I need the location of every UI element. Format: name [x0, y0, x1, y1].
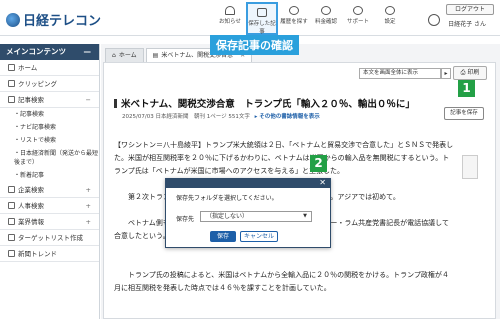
save-button[interactable]: 保存 [210, 231, 236, 242]
sidebar-sub-new-articles[interactable]: ・新着記事 [0, 169, 99, 182]
list-icon [8, 234, 15, 241]
print-icon: ⎙ [460, 69, 466, 76]
building-icon [8, 186, 15, 193]
logout-button[interactable]: ログアウト [446, 4, 494, 15]
person-icon [8, 202, 15, 209]
callout-label: 保存記事の確認 [210, 35, 299, 55]
nav-settings[interactable]: 設定 [374, 2, 406, 35]
history-icon [289, 6, 299, 15]
home-icon [8, 64, 15, 71]
arrow-icon[interactable]: ▸ [441, 68, 451, 79]
article-meta: 2025/07/03 日本経済新聞 朝刊 1ページ 551文字 ▸ その他の書誌… [122, 114, 320, 120]
sidebar-item-company-search[interactable]: 企業検索 + [0, 182, 99, 198]
sidebar-title: メインコンテンツ — [0, 44, 99, 60]
article-paragraph: 【ワシントン＝八十島綾平】トランプ米大統領は２日、「ベトナムと貿易交渉で合意した… [114, 141, 454, 175]
folder-select[interactable]: （指定しない） ▼ [200, 211, 312, 222]
logo-icon [6, 12, 20, 27]
save-dialog: ✕ 保存先フォルダを選択してください。 保存先 （指定しない） ▼ 保存 キャン… [165, 178, 331, 248]
sidebar-item-industry[interactable]: 業界情報 + [0, 214, 99, 230]
sidebar-sub-nikkei[interactable]: ・日本経済新聞（発送から最短後まで） [0, 147, 99, 169]
bibliographic-info-link[interactable]: ▸ その他の書誌情報を表示 [255, 114, 320, 120]
top-nav: お知らせ 保存した記事 履歴を探す 料金確認 サポート 設定 [214, 2, 406, 35]
app-logo[interactable]: 日経テレコン [6, 10, 101, 29]
nav-notifications[interactable]: お知らせ [214, 2, 246, 35]
plus-icon[interactable]: + [86, 214, 91, 230]
sidebar-sub-article-search[interactable]: ・記事検索 [0, 108, 99, 121]
nav-history[interactable]: 履歴を探す [278, 2, 310, 35]
chevron-down-icon: ▼ [303, 213, 307, 219]
help-icon [353, 6, 363, 15]
article-headline: 米ベトナム、関税交渉合意 トランプ氏「輸入２０％、輸出０％に」 [114, 96, 415, 110]
cancel-button[interactable]: キャンセル [240, 231, 278, 242]
dialog-folder-label: 保存先 [176, 216, 195, 223]
bell-icon [225, 6, 235, 15]
sidebar-sub-navi-search[interactable]: ・ナビ記事検索 [0, 121, 99, 134]
document-icon: ▤ [152, 52, 159, 59]
username: 日経花子 さん [448, 21, 486, 28]
tab-home[interactable]: ⌂ ホーム [105, 48, 144, 62]
plus-icon[interactable]: + [86, 198, 91, 214]
collapse-icon[interactable]: — [84, 44, 92, 60]
user-icon [428, 14, 440, 26]
step-badge: 1 [458, 80, 475, 97]
article-thumbnail [462, 155, 478, 179]
logo-text: 日経テレコン [23, 14, 102, 29]
sidebar-item-home[interactable]: ホーム [0, 60, 99, 76]
dialog-message: 保存先フォルダを選択してください。 [176, 195, 278, 202]
sidebar-item-target-list[interactable]: ターゲットリスト作成 [0, 230, 99, 246]
plus-icon[interactable]: + [86, 182, 91, 198]
clip-icon [8, 80, 15, 87]
close-icon[interactable]: ✕ [319, 178, 326, 187]
sidebar-item-people-search[interactable]: 人事検索 + [0, 198, 99, 214]
save-article-button[interactable]: 記事を保存 [444, 107, 484, 120]
search-icon [8, 96, 15, 103]
gear-icon [385, 6, 395, 15]
yen-icon [321, 6, 331, 15]
top-header: 日経テレコン お知らせ 保存した記事 履歴を探す 料金確認 サポート 設定 ログ… [0, 0, 500, 36]
chart-icon [8, 218, 15, 225]
nav-saved-articles[interactable]: 保存した記事 [246, 2, 278, 35]
dialog-header: ✕ [166, 178, 330, 188]
sidebar-item-article-search[interactable]: 記事検索 − [0, 92, 99, 108]
home-icon: ⌂ [112, 52, 116, 59]
nav-fee[interactable]: 料金確認 [310, 2, 342, 35]
sidebar-sub-list-search[interactable]: ・リストで検索 [0, 134, 99, 147]
article-paragraph: トランプ氏の投稿によると、米国はベトナムから全輸入品に２０％の関税をかける。トラ… [114, 271, 449, 292]
sidebar-item-newspaper-trend[interactable]: 新聞トレンド [0, 246, 99, 262]
print-button[interactable]: ⎙ 印刷 [453, 66, 487, 80]
headline-bar [114, 99, 117, 108]
display-mode-select[interactable]: 本文を画面全体に表示 [359, 68, 441, 79]
sidebar: メインコンテンツ — ホーム クリッピング 記事検索 − ・記事検索 ・ナビ記事… [0, 44, 100, 319]
nav-support[interactable]: サポート [342, 2, 374, 35]
minus-icon[interactable]: − [86, 92, 91, 108]
sidebar-item-clipping[interactable]: クリッピング [0, 76, 99, 92]
trend-icon [8, 250, 15, 257]
step-badge: 2 [310, 155, 327, 172]
folder-icon [257, 8, 267, 17]
